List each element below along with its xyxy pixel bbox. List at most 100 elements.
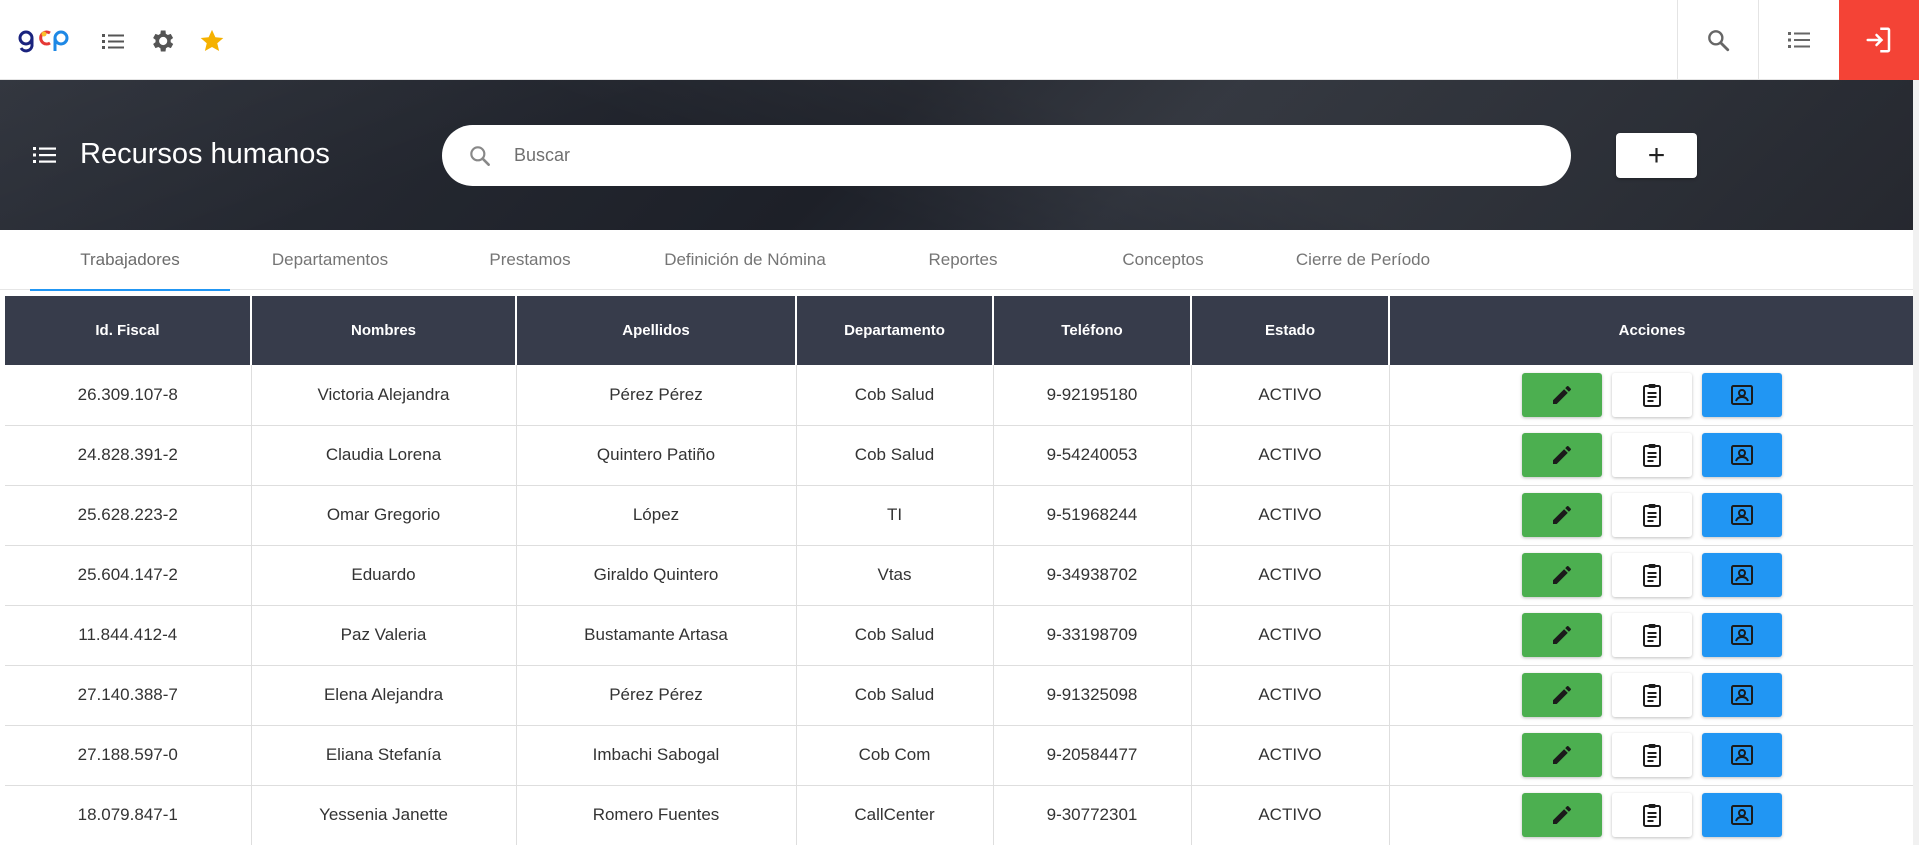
- cell-id-fiscal: 27.188.597-0: [5, 725, 252, 786]
- edit-button[interactable]: [1521, 553, 1602, 597]
- cell-telefono: 9-33198709: [993, 605, 1192, 666]
- page-scrollbar[interactable]: [1913, 80, 1919, 845]
- cell-departamento: Vtas: [796, 545, 994, 606]
- details-button[interactable]: [1611, 553, 1692, 597]
- details-button[interactable]: [1611, 673, 1692, 717]
- clipboard-icon: [1642, 804, 1661, 827]
- edit-button[interactable]: [1521, 372, 1602, 417]
- cell-id-fiscal: 25.604.147-2: [5, 545, 252, 606]
- contact-card-icon: [1730, 384, 1753, 405]
- col-telefono[interactable]: Teléfono: [993, 296, 1192, 365]
- col-id-fiscal[interactable]: Id. Fiscal: [5, 296, 252, 365]
- gear-icon[interactable]: [147, 26, 177, 56]
- cell-estado: ACTIVO: [1191, 485, 1390, 546]
- table-row[interactable]: 25.628.223-2 Omar Gregorio López TI 9-51…: [5, 485, 1914, 546]
- cell-acciones: [1389, 605, 1914, 666]
- profile-button[interactable]: [1701, 372, 1782, 417]
- cell-id-fiscal: 26.309.107-8: [5, 365, 252, 426]
- details-button[interactable]: [1611, 433, 1692, 477]
- details-button[interactable]: [1611, 493, 1692, 537]
- cell-estado: ACTIVO: [1191, 545, 1390, 606]
- cell-departamento: Cob Salud: [796, 665, 994, 726]
- cell-apellidos: Pérez Pérez: [516, 665, 797, 726]
- row-actions: [1390, 673, 1914, 717]
- cell-apellidos: López: [516, 485, 797, 546]
- tab-conceptos[interactable]: Conceptos: [1073, 230, 1253, 290]
- header-banner: Recursos humanos +: [0, 80, 1919, 230]
- cell-acciones: [1389, 725, 1914, 786]
- profile-button[interactable]: [1701, 613, 1782, 657]
- tab-prestamos[interactable]: Prestamos: [440, 230, 620, 290]
- logout-button[interactable]: [1839, 0, 1919, 80]
- col-estado[interactable]: Estado: [1191, 296, 1390, 365]
- star-icon[interactable]: [197, 26, 227, 56]
- profile-button[interactable]: [1701, 433, 1782, 477]
- col-nombres[interactable]: Nombres: [251, 296, 517, 365]
- profile-button[interactable]: [1701, 733, 1782, 777]
- cell-telefono: 9-54240053: [993, 425, 1192, 486]
- row-actions: [1390, 733, 1914, 777]
- contact-card-icon: [1730, 625, 1753, 645]
- cell-nombres: Yessenia Janette: [251, 785, 517, 845]
- tab-definicion-nomina[interactable]: Definición de Nómina: [640, 230, 850, 290]
- details-button[interactable]: [1611, 372, 1692, 417]
- cell-acciones: [1389, 485, 1914, 546]
- list-icon[interactable]: [98, 26, 128, 56]
- tab-cierre-periodo[interactable]: Cierre de Período: [1273, 230, 1453, 290]
- pencil-icon: [1552, 385, 1571, 404]
- edit-button[interactable]: [1521, 673, 1602, 717]
- cell-departamento: Cob Com: [796, 725, 994, 786]
- cell-id-fiscal: 25.628.223-2: [5, 485, 252, 546]
- cell-departamento: Cob Salud: [796, 425, 994, 486]
- details-button[interactable]: [1611, 733, 1692, 777]
- cell-departamento: Cob Salud: [796, 605, 994, 666]
- profile-button[interactable]: [1701, 553, 1782, 597]
- table-row[interactable]: 27.140.388-7 Elena Alejandra Pérez Pérez…: [5, 665, 1914, 726]
- gcp-logo[interactable]: [18, 26, 70, 54]
- page-title: Recursos humanos: [80, 138, 330, 170]
- edit-button[interactable]: [1521, 733, 1602, 777]
- add-button[interactable]: +: [1616, 133, 1697, 178]
- edit-button[interactable]: [1521, 433, 1602, 477]
- cell-estado: ACTIVO: [1191, 665, 1390, 726]
- search-input[interactable]: [514, 135, 1544, 176]
- table-row[interactable]: 25.604.147-2 Eduardo Giraldo Quintero Vt…: [5, 545, 1914, 606]
- details-button[interactable]: [1611, 613, 1692, 657]
- search-icon[interactable]: [1677, 0, 1758, 80]
- table-header-row: Id. Fiscal Nombres Apellidos Departament…: [5, 296, 1914, 365]
- table-row[interactable]: 27.188.597-0 Eliana Stefanía Imbachi Sab…: [5, 725, 1914, 786]
- checklist-icon[interactable]: [1758, 0, 1839, 80]
- table-row[interactable]: 18.079.847-1 Yessenia Janette Romero Fue…: [5, 785, 1914, 845]
- cell-estado: ACTIVO: [1191, 365, 1390, 426]
- tab-reportes[interactable]: Reportes: [873, 230, 1053, 290]
- cell-id-fiscal: 18.079.847-1: [5, 785, 252, 845]
- cell-acciones: [1389, 785, 1914, 845]
- cell-departamento: TI: [796, 485, 994, 546]
- search-box[interactable]: [442, 125, 1571, 186]
- col-departamento[interactable]: Departamento: [796, 296, 994, 365]
- profile-button[interactable]: [1701, 493, 1782, 537]
- profile-button[interactable]: [1701, 793, 1782, 837]
- tab-departamentos[interactable]: Departamentos: [240, 230, 420, 290]
- col-apellidos[interactable]: Apellidos: [516, 296, 797, 365]
- cell-acciones: [1389, 545, 1914, 606]
- details-button[interactable]: [1611, 793, 1692, 837]
- table-row[interactable]: 11.844.412-4 Paz Valeria Bustamante Arta…: [5, 605, 1914, 666]
- edit-button[interactable]: [1521, 793, 1602, 837]
- edit-button[interactable]: [1521, 493, 1602, 537]
- tab-trabajadores[interactable]: Trabajadores: [30, 230, 230, 291]
- row-actions: [1390, 493, 1914, 537]
- pencil-icon: [1552, 626, 1571, 644]
- table-row[interactable]: 26.309.107-8 Victoria Alejandra Pérez Pé…: [5, 365, 1914, 426]
- table-row[interactable]: 24.828.391-2 Claudia Lorena Quintero Pat…: [5, 425, 1914, 486]
- cell-apellidos: Quintero Patiño: [516, 425, 797, 486]
- menu-icon[interactable]: [32, 144, 58, 166]
- cell-acciones: [1389, 665, 1914, 726]
- edit-button[interactable]: [1521, 613, 1602, 657]
- cell-telefono: 9-92195180: [993, 365, 1192, 426]
- row-actions: [1390, 372, 1914, 417]
- cell-nombres: Victoria Alejandra: [251, 365, 517, 426]
- pencil-icon: [1552, 446, 1571, 464]
- cell-nombres: Omar Gregorio: [251, 485, 517, 546]
- profile-button[interactable]: [1701, 673, 1782, 717]
